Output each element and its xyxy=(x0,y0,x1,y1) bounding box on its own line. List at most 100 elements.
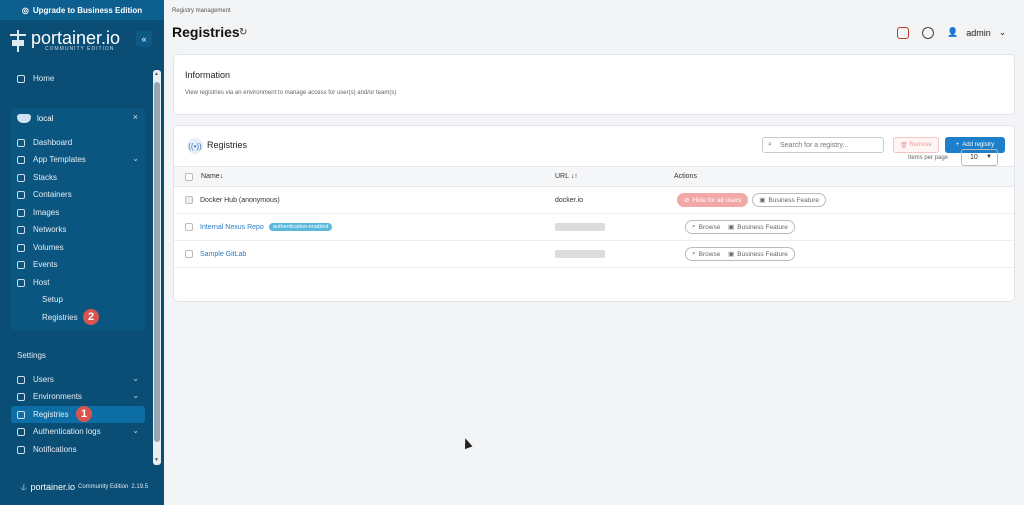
information-text: View registries via an environment to ma… xyxy=(185,90,397,96)
registries-card-title: Registries xyxy=(207,140,248,150)
sidebar-scrollbar[interactable]: ▲ ▼ xyxy=(153,70,161,465)
eye-off-icon: ⊘ xyxy=(684,197,690,204)
sidebar-item-dashboard[interactable]: Dashboard xyxy=(11,134,145,151)
column-header-url[interactable]: URL ↓↑ xyxy=(555,167,578,186)
environments-icon xyxy=(17,392,25,401)
sidebar-item-images[interactable]: Images xyxy=(11,204,145,221)
chevron-down-icon: ⌄ xyxy=(132,426,139,435)
sidebar-item-app-templates[interactable]: App Templates ⌄ xyxy=(11,151,145,168)
sidebar-item-host-setup[interactable]: Setup xyxy=(11,291,145,308)
sidebar-item-home[interactable]: Home xyxy=(11,70,145,87)
sidebar-item-environments[interactable]: Environments ⌄ xyxy=(11,388,145,405)
auth-enabled-tag: authentication-enabled xyxy=(268,223,333,231)
row-actions: ⊘ Hide for all users ▣ Business Feature xyxy=(677,187,826,213)
images-icon xyxy=(17,208,25,217)
sidebar-item-label: Notifications xyxy=(33,445,77,454)
search-icon: ⌕ xyxy=(692,223,696,230)
notifications-bell-icon[interactable] xyxy=(897,27,909,39)
table-row: Docker Hub (anonymous) docker.io ⊘ Hide f… xyxy=(174,187,1014,214)
sidebar-item-networks[interactable]: Networks xyxy=(11,221,145,238)
browse-label: Browse xyxy=(698,223,721,231)
business-feature-label: Business Feature xyxy=(737,250,788,258)
trash-icon: 🗑 xyxy=(900,142,908,149)
brand-edition: COMMUNITY EDITION xyxy=(45,46,115,52)
table-row: Sample GitLab ⌕ Browse ▣ Business Feature xyxy=(174,241,1014,268)
sidebar-item-label: Setup xyxy=(42,295,63,304)
dashboard-icon xyxy=(17,138,25,147)
collapse-sidebar-button[interactable]: « xyxy=(136,31,152,47)
environment-header[interactable]: local × xyxy=(11,108,145,128)
scroll-up-arrow-icon[interactable]: ▲ xyxy=(154,71,159,77)
column-header-name[interactable]: Name↓ xyxy=(201,167,223,186)
briefcase-icon: ▣ xyxy=(728,224,735,231)
sidebar-item-label: Home xyxy=(33,74,55,83)
sidebar-item-volumes[interactable]: Volumes xyxy=(11,239,145,256)
footer-version: 2.19.5 xyxy=(131,484,149,490)
row-checkbox[interactable] xyxy=(185,250,193,258)
sidebar-item-notifications[interactable]: Notifications xyxy=(11,441,145,458)
briefcase-icon: ▣ xyxy=(759,197,766,204)
sidebar-item-label: Registries xyxy=(42,313,78,322)
remove-button[interactable]: 🗑 Remove xyxy=(893,137,939,153)
sidebar-item-host[interactable]: Host xyxy=(11,274,145,291)
table-header: Name↓ URL ↓↑ Actions xyxy=(174,166,1014,187)
browse-button[interactable]: ⌕ Browse ▣ Business Feature xyxy=(685,220,795,234)
user-menu[interactable]: 👤 admin ⌄ xyxy=(947,27,1006,38)
browse-button[interactable]: ⌕ Browse ▣ Business Feature xyxy=(685,247,795,261)
brand-logo[interactable]: portainer.io COMMUNITY EDITION xyxy=(10,28,121,52)
portainer-logo-icon xyxy=(10,30,26,52)
sidebar-item-events[interactable]: Events xyxy=(11,256,145,273)
containers-icon xyxy=(17,190,25,199)
sidebar-scroll-thumb[interactable] xyxy=(154,82,160,442)
upgrade-banner[interactable]: ◎ Upgrade to Business Edition xyxy=(0,0,164,20)
search-input[interactable]: ⌕ Search for a registry... xyxy=(762,137,884,153)
sidebar-item-containers[interactable]: Containers xyxy=(11,186,145,203)
redacted-url xyxy=(555,250,605,258)
row-actions: ⌕ Browse ▣ Business Feature xyxy=(685,214,795,240)
registry-url xyxy=(555,214,605,240)
chevron-down-icon: ⌄ xyxy=(132,391,139,400)
registry-name-link[interactable]: Internal Nexus Repo xyxy=(200,224,264,231)
step-badge-2: 2 xyxy=(83,309,99,325)
search-icon: ⌕ xyxy=(768,141,772,148)
page-title: Registries xyxy=(172,24,240,40)
main-content: Registry management Registries ↻ 👤 admin… xyxy=(164,0,1024,505)
search-icon: ⌕ xyxy=(692,250,696,257)
remove-label: Remove xyxy=(909,142,932,148)
select-all-checkbox[interactable] xyxy=(185,173,193,181)
sidebar-item-label: Images xyxy=(33,208,60,217)
settings-section-label: Settings xyxy=(17,351,46,360)
sidebar-item-host-registries[interactable]: Registries xyxy=(11,309,145,326)
help-icon[interactable] xyxy=(922,27,934,39)
registry-name-link[interactable]: Sample GitLab xyxy=(200,241,246,267)
redacted-url xyxy=(555,223,605,231)
items-per-page-value: 10 xyxy=(970,154,978,161)
add-registry-label: Add registry xyxy=(962,142,995,148)
column-header-actions: Actions xyxy=(674,173,697,180)
sidebar-item-label: Stacks xyxy=(33,173,58,182)
brand-name: portainer.io xyxy=(31,28,121,48)
sidebar-item-users[interactable]: Users ⌄ xyxy=(11,371,145,388)
sidebar-footer: ⚓ portainer.io Community Edition 2.19.5 xyxy=(20,482,148,492)
sidebar-item-label: Dashboard xyxy=(33,138,73,147)
chevron-down-icon: ⌄ xyxy=(998,27,1007,37)
sidebar-item-label: Registries xyxy=(33,410,69,419)
close-environment-icon[interactable]: × xyxy=(133,112,138,122)
scroll-down-arrow-icon[interactable]: ▼ xyxy=(154,457,159,463)
row-checkbox[interactable] xyxy=(185,196,193,204)
table-row: Internal Nexus Repo authentication-enabl… xyxy=(174,214,1014,241)
mouse-cursor-icon xyxy=(461,436,473,450)
row-checkbox[interactable] xyxy=(185,223,193,231)
sidebar-item-label: Containers xyxy=(33,190,72,199)
sidebar-item-label: Host xyxy=(33,278,50,287)
upgrade-icon: ◎ xyxy=(21,5,29,15)
registries-icon xyxy=(17,410,25,419)
step-badge-1: 1 xyxy=(76,406,92,422)
sidebar-item-authentication-logs[interactable]: Authentication logs ⌄ xyxy=(11,423,145,440)
hide-for-all-users-button[interactable]: ⊘ Hide for all users xyxy=(677,193,749,207)
refresh-icon[interactable]: ↻ xyxy=(239,27,247,38)
user-name: admin xyxy=(966,27,991,38)
sidebar-item-stacks[interactable]: Stacks xyxy=(11,169,145,186)
items-per-page-select[interactable]: 10 ▼ xyxy=(961,149,998,166)
bell-icon xyxy=(17,445,25,454)
